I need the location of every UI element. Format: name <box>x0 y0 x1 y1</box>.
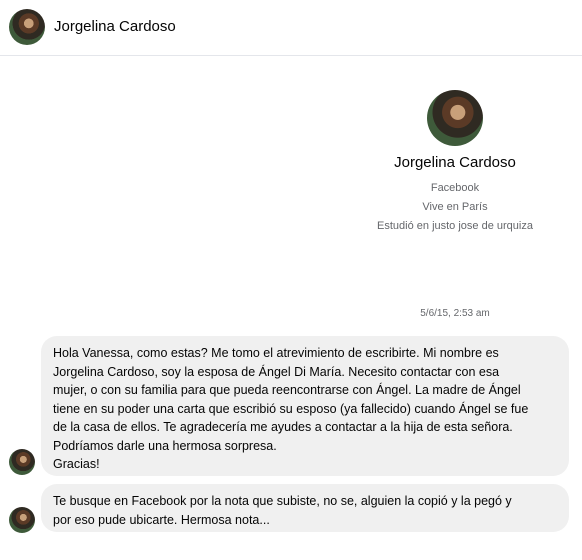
profile-info-education: Estudió en justo jose de urquiza <box>377 220 533 232</box>
message-line: tiene en su poder una carta que escribió… <box>53 401 529 416</box>
message-bubble[interactable]: Hola Vanessa, como estas? Me tomo el atr… <box>41 336 569 476</box>
message-line: Hola Vanessa, como estas? Me tomo el atr… <box>53 346 499 360</box>
message-line: de la casa de ellos. Te agradecería me a… <box>53 420 513 434</box>
profile-intro: Jorgelina Cardoso Facebook Vive en París… <box>350 90 560 236</box>
message-bubble[interactable]: Te busque en Facebook por la nota que su… <box>41 484 569 532</box>
profile-info-platform: Facebook <box>430 182 480 194</box>
conversation-header: Jorgelina Cardoso <box>0 0 582 56</box>
message-line: mujer, o con su familia para que pueda r… <box>53 383 521 397</box>
profile-info-location: Vive en París <box>422 201 488 213</box>
contact-avatar[interactable] <box>9 9 45 45</box>
message-line: Gracias! <box>53 457 100 471</box>
message-line: Jorgelina Cardoso, soy la esposa de Ánge… <box>53 364 500 379</box>
message-line: por eso pude ubicarte. Hermosa nota... <box>53 512 270 527</box>
sender-avatar[interactable] <box>9 507 35 533</box>
profile-name[interactable]: Jorgelina Cardoso <box>350 154 560 171</box>
message-timestamp: 5/6/15, 2:53 am <box>420 308 490 319</box>
profile-avatar[interactable] <box>427 90 483 146</box>
sender-avatar[interactable] <box>9 449 35 475</box>
message-line: Te busque en Facebook por la nota que su… <box>53 494 512 508</box>
contact-name[interactable]: Jorgelina Cardoso <box>54 18 176 35</box>
message-line: Podríamos darle una hermosa sorpresa. <box>53 438 277 453</box>
